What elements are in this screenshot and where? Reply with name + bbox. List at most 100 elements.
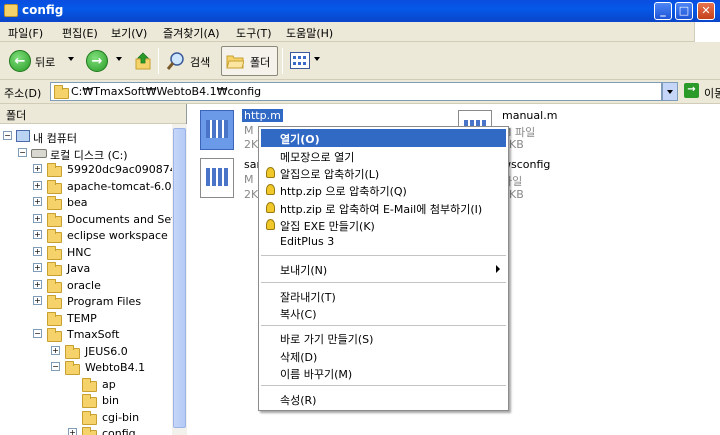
go-button-label[interactable]: 이동 <box>704 85 720 101</box>
expand-icon[interactable]: + <box>33 247 42 256</box>
menu-item-create-shortcut[interactable]: 바로 가기 만들기(S) <box>261 329 506 347</box>
search-icon[interactable] <box>166 51 186 71</box>
menu-file[interactable]: 파일(F) <box>8 25 43 41</box>
window-title: config <box>22 3 64 17</box>
computer-icon <box>16 130 30 142</box>
chevron-down-icon <box>667 90 673 94</box>
search-button-label[interactable]: 검색 <box>190 54 210 70</box>
menu-help[interactable]: 도움말(H) <box>286 25 333 41</box>
tree-label: 59920dc9ac090874b <box>67 163 184 176</box>
folder-icon <box>82 378 97 392</box>
address-dropdown-button[interactable] <box>662 82 678 101</box>
submenu-arrow-icon <box>496 265 500 273</box>
folder-icon <box>4 4 18 17</box>
menu-item-editplus[interactable]: EditPlus 3 <box>261 233 506 251</box>
collapse-icon[interactable]: − <box>18 148 27 157</box>
tree-label: Documents and Sett <box>67 213 180 226</box>
minimize-button[interactable]: _ <box>654 2 672 20</box>
menu-view[interactable]: 보기(V) <box>111 25 147 41</box>
file-name[interactable]: http.m <box>242 109 283 122</box>
folder-icon <box>47 328 62 342</box>
views-icon[interactable] <box>290 52 310 69</box>
folder-icon <box>65 345 80 359</box>
go-arrow-icon[interactable]: → <box>684 83 699 98</box>
back-dropdown-icon[interactable] <box>68 57 74 61</box>
expand-icon[interactable]: + <box>33 164 42 173</box>
expand-icon[interactable]: + <box>33 296 42 305</box>
expand-icon[interactable]: + <box>33 197 42 206</box>
menu-item-copy[interactable]: 복사(C) <box>261 304 506 322</box>
expand-icon[interactable]: + <box>33 181 42 190</box>
menu-tools[interactable]: 도구(T) <box>236 25 272 41</box>
tree-label: cgi-bin <box>102 411 140 424</box>
folder-icon <box>82 394 97 408</box>
collapse-icon[interactable]: − <box>33 329 42 338</box>
folder-icon <box>47 180 62 194</box>
address-label: 주소(D) <box>4 87 42 100</box>
collapse-icon[interactable]: − <box>51 362 60 371</box>
folders-button-label: 폴더 <box>250 56 271 69</box>
menu-separator <box>261 255 506 256</box>
menu-item-rename[interactable]: 이름 바꾸기(M) <box>261 364 506 382</box>
scrollbar-thumb[interactable] <box>173 128 186 428</box>
toolbar: ← 뒤로 → 검색 폴더 <box>0 42 720 80</box>
menu-item-alzip-exe[interactable]: 알집 EXE 만들기(K) <box>261 216 506 234</box>
menu-item-zip-email[interactable]: http.zip 로 압축하여 E-Mail에 첨부하기(I) <box>261 199 506 217</box>
folder-pane-scrollbar[interactable] <box>172 124 187 435</box>
folder-icon <box>47 196 62 210</box>
back-button-label[interactable]: 뒤로 <box>35 54 55 70</box>
file-name[interactable]: wsconfig <box>502 158 550 171</box>
expand-icon[interactable]: + <box>33 214 42 223</box>
folder-pane-title: 폴더 <box>6 109 27 122</box>
folder-icon <box>82 411 97 425</box>
back-arrow-icon[interactable]: ← <box>9 50 31 72</box>
maximize-button[interactable]: □ <box>675 2 693 20</box>
forward-arrow-icon[interactable]: → <box>86 50 108 72</box>
menu-item-properties[interactable]: 속성(R) <box>261 390 506 408</box>
menu-item-alzip-compress[interactable]: 알집으로 압축하기(L) <box>261 164 506 182</box>
tree-label: ap <box>102 378 116 391</box>
views-dropdown-icon[interactable] <box>314 57 320 61</box>
folders-icon <box>226 53 245 69</box>
tree-label: HNC <box>67 246 92 259</box>
tree-label: 로컬 디스크 (C:) <box>50 149 128 162</box>
file-name[interactable]: manual.m <box>502 109 557 122</box>
menu-item-send-to[interactable]: 보내기(N) <box>261 260 506 278</box>
expand-icon[interactable]: + <box>33 263 42 272</box>
tree-label: bin <box>102 394 120 407</box>
tree-label: oracle <box>67 279 101 292</box>
menu-item-open-notepad[interactable]: 메모장으로 열기 <box>261 147 506 165</box>
forward-dropdown-icon[interactable] <box>116 57 122 61</box>
menu-item-open[interactable]: 열기(O) <box>261 129 506 147</box>
expand-icon[interactable]: + <box>33 280 42 289</box>
file-type: M <box>244 173 254 186</box>
file-icon[interactable] <box>200 158 234 198</box>
toolbar-separator <box>158 48 159 74</box>
menu-item-zip-compress[interactable]: http.zip 으로 압축하기(Q) <box>261 181 506 199</box>
folders-button[interactable]: 폴더 <box>221 46 278 76</box>
tree-label: Java <box>67 262 91 275</box>
file-icon[interactable] <box>200 110 234 150</box>
context-menu: 열기(O) 메모장으로 열기 알집으로 압축하기(L) http.zip 으로 … <box>258 126 509 411</box>
menu-favorites[interactable]: 즐겨찾기(A) <box>163 25 220 41</box>
expand-icon[interactable]: + <box>68 428 77 435</box>
menu-edit[interactable]: 편집(E) <box>62 25 98 41</box>
title-bar: config _ □ ✕ <box>0 0 720 22</box>
folder-pane: 폴더 − 내 컴퓨터 − 로컬 디스크 (C:) + 59920dc9ac090… <box>0 104 187 435</box>
expand-icon[interactable]: + <box>51 346 60 355</box>
menu-item-cut[interactable]: 잘라내기(T) <box>261 287 506 305</box>
close-button[interactable]: ✕ <box>697 2 715 20</box>
tree-label: WebtoB4.1 <box>85 361 146 374</box>
alzip-icon <box>266 202 275 213</box>
alzip-icon <box>266 184 275 195</box>
tree-label: config <box>102 427 136 435</box>
address-value: C:₩TmaxSoft₩WebtoB4.1₩config <box>71 85 262 98</box>
expand-icon[interactable]: + <box>33 230 42 239</box>
collapse-icon[interactable]: − <box>3 131 12 140</box>
up-folder-icon[interactable] <box>134 52 152 70</box>
folder-icon <box>47 279 62 293</box>
alzip-icon <box>266 167 275 178</box>
file-type: M <box>244 124 254 137</box>
menu-item-delete[interactable]: 삭제(D) <box>261 347 506 365</box>
address-input[interactable]: C:₩TmaxSoft₩WebtoB4.1₩config <box>50 82 662 101</box>
